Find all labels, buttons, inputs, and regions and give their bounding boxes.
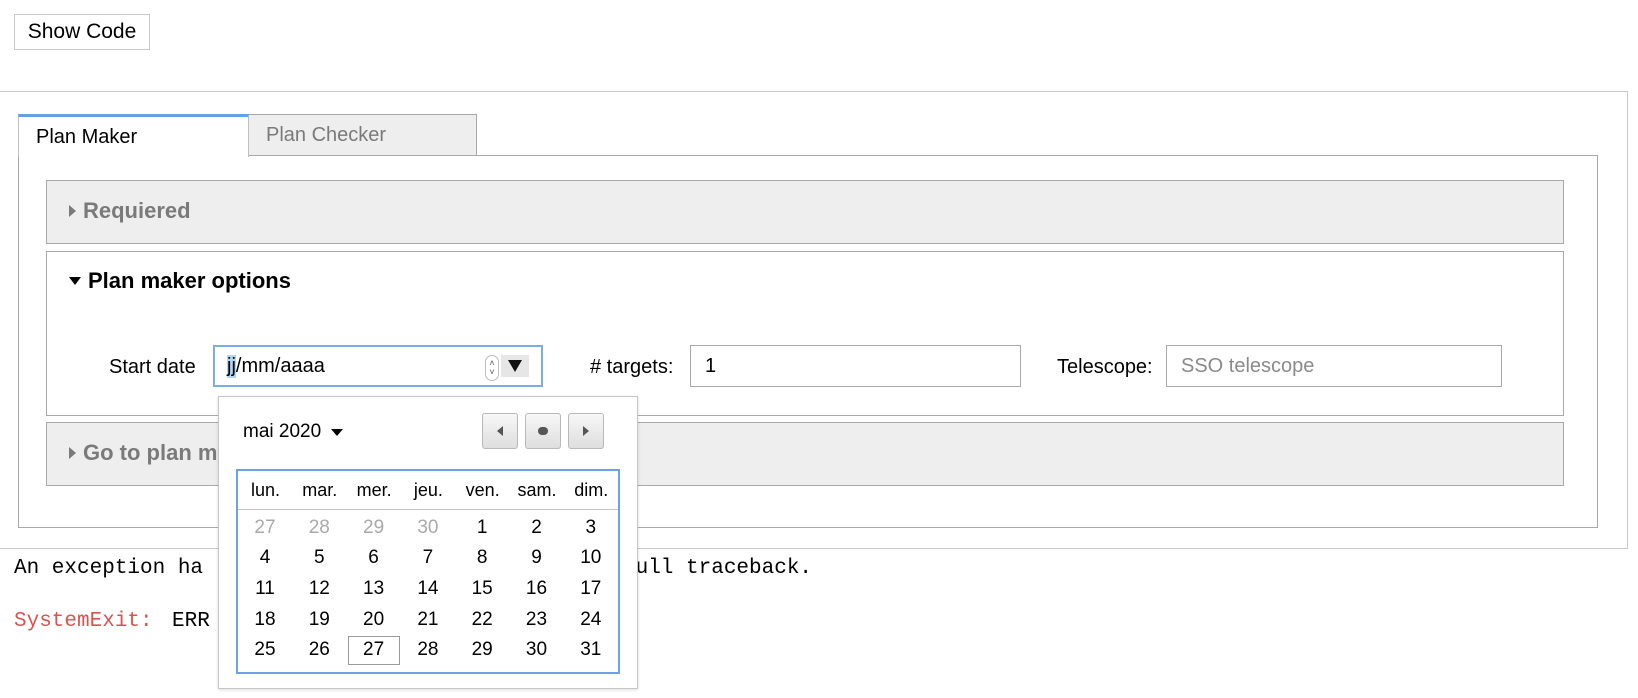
tab-plan-checker-label: Plan Checker — [266, 123, 387, 146]
caret-right-icon — [69, 447, 76, 459]
accordion-requiered-title: Requiered — [83, 198, 191, 223]
tab-plan-maker[interactable]: Plan Maker — [18, 114, 249, 157]
calendar-day[interactable]: 6 — [348, 544, 400, 573]
show-code-button[interactable]: Show Code — [14, 14, 150, 50]
accordion-requiered[interactable]: Requiered — [46, 180, 1564, 244]
start-date-input[interactable]: jj/mm/aaaa ˄ ˅ — [213, 345, 543, 387]
weekday-label: jeu. — [413, 479, 443, 500]
calendar-day[interactable]: 3 — [565, 513, 617, 542]
spinner-icon[interactable]: ˄ ˅ — [485, 355, 499, 381]
targets-input[interactable]: 1 — [690, 345, 1021, 387]
targets-label: # targets: — [590, 356, 674, 378]
calendar-day[interactable]: 15 — [456, 574, 508, 603]
calendar-day[interactable]: 7 — [402, 544, 454, 573]
calendar-day[interactable]: 1 — [456, 513, 508, 542]
exception-message-end: full traceback. — [623, 557, 813, 580]
chevron-left-icon — [497, 426, 503, 436]
start-date-label: Start date — [109, 356, 196, 378]
tab-plan-maker-label: Plan Maker — [36, 125, 138, 148]
calendar-day[interactable]: 14 — [402, 574, 454, 603]
accordion-plan-maker-options-header[interactable]: Plan maker options — [69, 268, 291, 294]
calendar-day[interactable]: 26 — [293, 636, 345, 665]
calendar-day[interactable]: 24 — [565, 605, 617, 634]
calendar-day[interactable]: 31 — [565, 636, 617, 665]
targets-value: 1 — [705, 354, 717, 377]
dropdown-arrow-icon[interactable] — [501, 355, 529, 377]
telescope-label: Telescope: — [1057, 356, 1153, 378]
month-selector[interactable]: mai 2020 — [243, 421, 344, 443]
calendar-grid: lun. mar. mer. jeu. ven. sam. dim. 27 28 29 30 1 2 3… — [236, 469, 620, 674]
accordion-plan-maker-options: Plan maker options — [46, 251, 1564, 416]
calendar-day[interactable]: 16 — [511, 574, 563, 603]
tab-plan-checker[interactable]: Plan Checker — [248, 114, 477, 155]
accordion-go-to-plan-title: Go to plan m — [83, 440, 218, 465]
calendar-day[interactable]: 29 — [456, 636, 508, 665]
accordion-plan-maker-options-title: Plan maker options — [88, 268, 291, 293]
weekday-label: mar. — [302, 479, 338, 500]
accordion-requiered-header[interactable]: Requiered — [69, 198, 191, 224]
dot-icon — [538, 427, 548, 435]
calendar-day[interactable]: 28 — [293, 513, 345, 542]
date-picker-popup: mai 2020 lun. mar. mer. jeu. ven. sam. dim. 27… — [218, 396, 638, 689]
weekday-label: ven. — [465, 479, 500, 500]
telescope-input[interactable]: SSO telescope — [1166, 345, 1502, 387]
calendar-day-today[interactable]: 27 — [347, 635, 400, 665]
caret-right-icon — [69, 205, 76, 217]
calendar-day[interactable]: 25 — [239, 636, 291, 665]
caret-down-icon — [69, 277, 81, 285]
start-date-day-segment[interactable]: jj — [227, 354, 236, 378]
chevron-right-icon — [583, 426, 589, 436]
calendar-day[interactable]: 17 — [565, 574, 617, 603]
month-dropdown-icon — [331, 428, 344, 436]
start-date-rest[interactable]: /mm/aaaa — [236, 355, 325, 378]
calendar-day[interactable]: 9 — [511, 544, 563, 573]
calendar-day[interactable]: 8 — [456, 544, 508, 573]
calendar-day[interactable]: 18 — [239, 605, 291, 634]
calendar-day[interactable]: 11 — [239, 574, 291, 603]
error-message: ERR — [172, 610, 210, 633]
prev-month-button[interactable] — [482, 413, 518, 449]
weekday-label: mer. — [356, 479, 392, 500]
calendar-day[interactable]: 22 — [456, 605, 508, 634]
today-button[interactable] — [525, 413, 561, 449]
calendar-day[interactable]: 2 — [511, 513, 563, 542]
next-month-button[interactable] — [568, 413, 604, 449]
calendar-day[interactable]: 20 — [348, 605, 400, 634]
calendar-day[interactable]: 27 — [239, 513, 291, 542]
exception-message-start: An exception ha — [14, 557, 204, 580]
calendar-day[interactable]: 4 — [239, 544, 291, 573]
calendar-day[interactable]: 5 — [293, 544, 345, 573]
telescope-placeholder: SSO telescope — [1181, 354, 1315, 377]
accordion-go-to-plan-header[interactable]: Go to plan m — [69, 440, 217, 466]
weekday-label: lun. — [250, 479, 281, 500]
weekday-header-row: lun. mar. mer. jeu. ven. sam. dim. — [238, 471, 618, 510]
calendar-day[interactable]: 30 — [402, 513, 454, 542]
calendar-day[interactable]: 23 — [511, 605, 563, 634]
calendar-day[interactable]: 21 — [402, 605, 454, 634]
weekday-label: sam. — [517, 479, 557, 500]
month-label: mai 2020 — [243, 421, 322, 442]
weekday-label: dim. — [574, 479, 609, 500]
calendar-day[interactable]: 13 — [348, 574, 400, 603]
error-type: SystemExit: — [14, 610, 153, 633]
calendar-day[interactable]: 19 — [293, 605, 345, 634]
calendar-day[interactable]: 29 — [348, 513, 400, 542]
calendar-day[interactable]: 10 — [565, 544, 617, 573]
calendar-day[interactable]: 12 — [293, 574, 345, 603]
calendar-day[interactable]: 30 — [511, 636, 563, 665]
calendar-day[interactable]: 28 — [402, 636, 454, 665]
